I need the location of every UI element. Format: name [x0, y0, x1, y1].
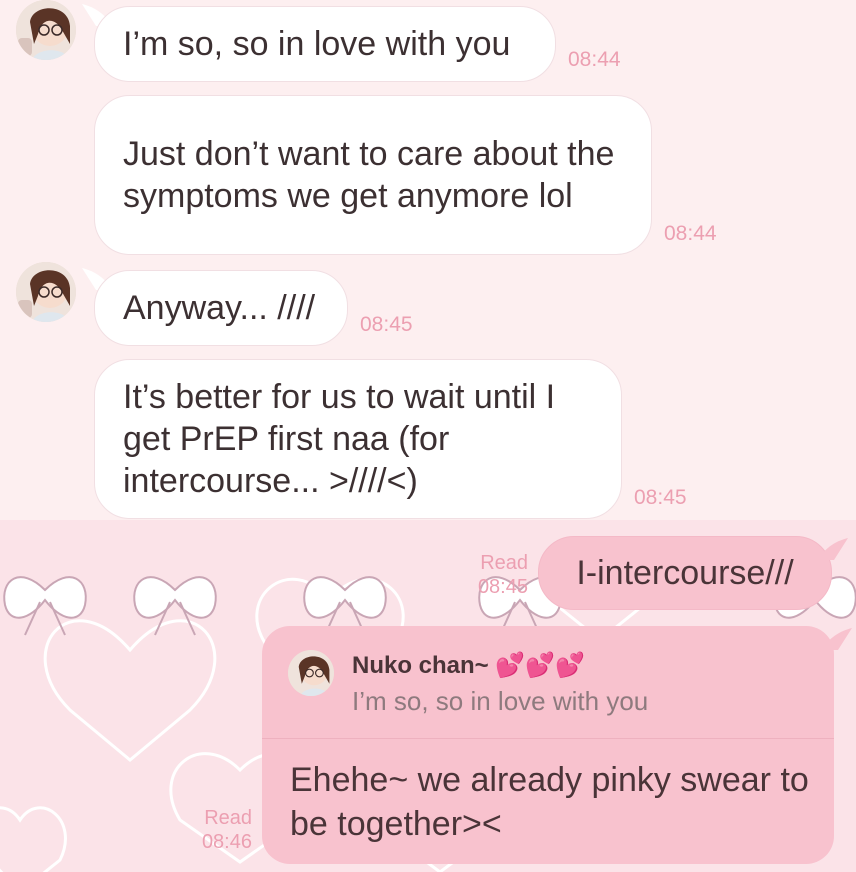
- quoted-text: I’m so, so in love with you: [352, 686, 649, 716]
- message-time: 08:44: [568, 48, 621, 71]
- message-bubble-outgoing[interactable]: I-intercourse///: [538, 536, 832, 610]
- reply-message-bubble[interactable]: Nuko chan~ 💕💕💕 I’m so, so in love with y…: [262, 626, 834, 864]
- message-bubble[interactable]: Anyway... ////: [94, 270, 348, 346]
- avatar-photo-icon: [16, 262, 76, 322]
- quoted-message[interactable]: Nuko chan~ 💕💕💕 I’m so, so in love with y…: [262, 626, 834, 738]
- message-text: It’s better for us to wait until I get P…: [123, 378, 556, 500]
- bubble-tail-icon: [822, 538, 848, 560]
- message-text: I-intercourse///: [576, 554, 794, 592]
- avatar-photo-icon: [16, 0, 76, 60]
- reply-divider: [262, 738, 834, 739]
- message-text: I’m so, so in love with you: [123, 25, 511, 63]
- message-text: Anyway... ////: [123, 289, 316, 327]
- contact-avatar[interactable]: [16, 0, 76, 60]
- message-time: 08:45: [477, 576, 528, 598]
- message-bubble[interactable]: Just don’t want to care about the sympto…: [94, 95, 652, 255]
- message-time: 08:44: [664, 222, 717, 245]
- bubble-tail-icon: [826, 628, 852, 650]
- message-bubble[interactable]: It’s better for us to wait until I get P…: [94, 359, 622, 519]
- quoted-contact-avatar: [288, 650, 334, 696]
- read-receipt: Read 08:45: [462, 551, 528, 599]
- quoted-sender-name: Nuko chan~ 💕💕💕: [352, 652, 586, 679]
- read-status: Read: [480, 552, 528, 574]
- message-time: 08:45: [634, 486, 687, 509]
- avatar-photo-icon: [288, 650, 334, 696]
- read-status: Read: [204, 807, 252, 829]
- message-bubble[interactable]: I’m so, so in love with you: [94, 6, 556, 82]
- message-text: Just don’t want to care about the sympto…: [123, 135, 615, 215]
- message-time: 08:45: [360, 313, 413, 336]
- read-receipt: Read 08:46: [184, 806, 252, 854]
- contact-avatar[interactable]: [16, 262, 76, 322]
- message-text: Ehehe~ we already pinky swear to be toge…: [290, 761, 809, 843]
- message-time: 08:46: [201, 831, 252, 853]
